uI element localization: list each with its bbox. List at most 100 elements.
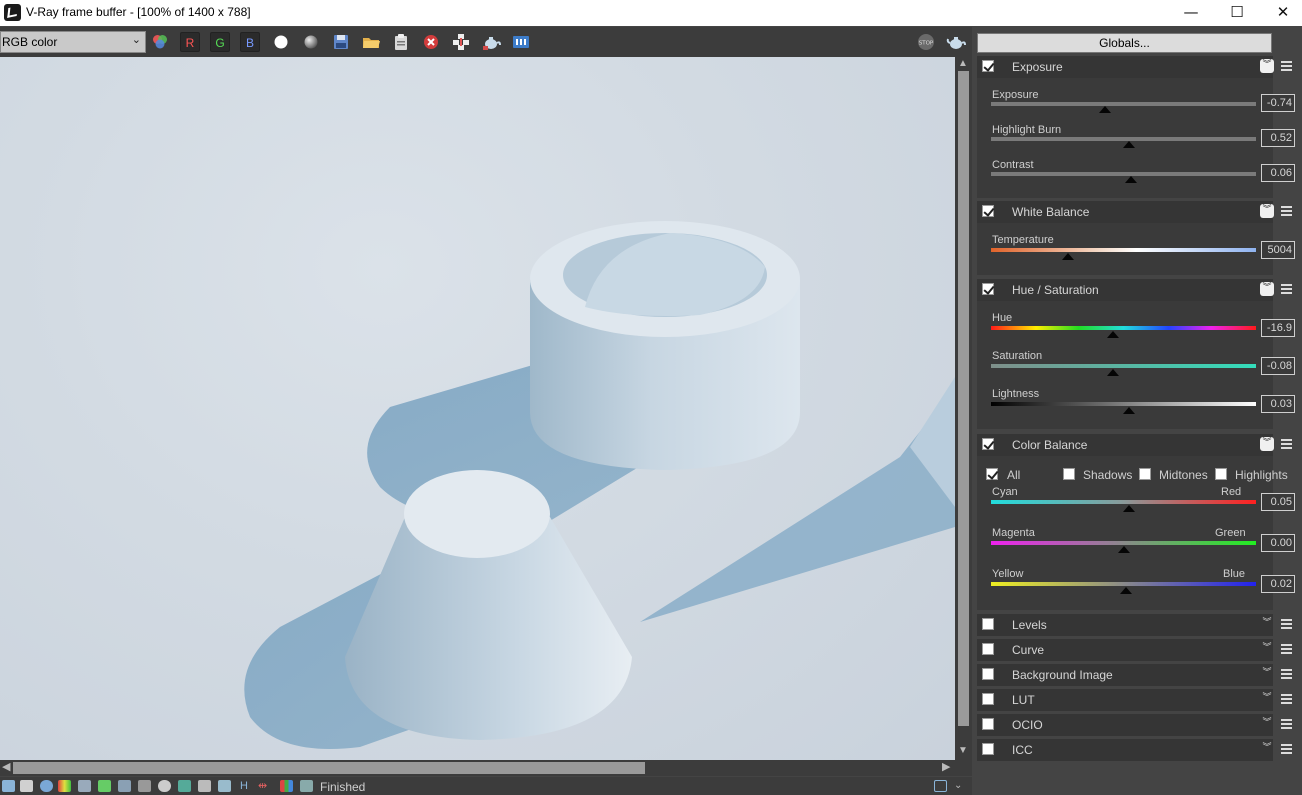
menu-icon[interactable] [1281,284,1292,294]
open-folder-icon[interactable] [361,32,381,52]
maximize-button[interactable]: ☐ [1214,0,1260,26]
saturation-slider-track[interactable] [991,364,1256,368]
collapse-icon[interactable]: ︾ [1260,282,1274,296]
midtones-checkbox[interactable] [1139,468,1151,480]
white-balance-enable-checkbox[interactable] [982,205,994,217]
section-white-balance-header[interactable]: White Balance ︾ [977,201,1292,223]
color-channels-icon[interactable] [150,32,170,52]
levels-icon[interactable] [118,780,131,792]
histogram-icon[interactable] [280,780,293,792]
section-curve-header[interactable]: Curve ︾ [977,639,1292,661]
contrast-value-field[interactable]: 0.06 [1261,164,1295,182]
menu-icon[interactable] [1281,619,1292,629]
hsv-icon[interactable]: H [240,780,253,792]
blue-channel-button[interactable]: B [240,32,260,52]
magenta-green-slider-track[interactable] [991,541,1256,545]
exposure-slider-track[interactable] [991,102,1256,106]
lens-icon[interactable] [158,780,171,792]
section-background-image-header[interactable]: Background Image ︾ [977,664,1292,686]
cyan-red-value-field[interactable]: 0.05 [1261,493,1295,511]
section-color-balance-header[interactable]: Color Balance ︾ [977,434,1292,456]
section-levels-header[interactable]: Levels ︾ [977,614,1292,636]
compare-icon[interactable] [78,780,91,792]
background-image-enable-checkbox[interactable] [982,668,994,680]
menu-icon[interactable] [1281,669,1292,679]
pixel-aspect-icon[interactable]: ⇹ [258,780,271,792]
yellow-blue-slider-thumb[interactable] [1120,587,1133,594]
temperature-slider-track[interactable] [991,248,1256,252]
expand-icon[interactable]: ︾ [1260,692,1274,706]
exposure-enable-checkbox[interactable] [982,60,994,72]
section-lut-header[interactable]: LUT ︾ [977,689,1292,711]
display-icon[interactable] [2,780,15,792]
red-channel-button[interactable]: R [180,32,200,52]
scroll-down-icon[interactable]: ▼ [958,745,968,756]
curve-icon[interactable] [138,780,151,792]
vertical-scroll-thumb[interactable] [958,71,969,726]
close-button[interactable]: ✕ [1260,0,1302,26]
render-teapot-icon[interactable] [946,32,966,52]
expand-icon[interactable]: ︾ [1260,617,1274,631]
channel-select[interactable]: RGB color ⌄ [0,31,146,53]
menu-icon[interactable] [1281,744,1292,754]
yellow-blue-slider-track[interactable] [991,582,1256,586]
hue-saturation-enable-checkbox[interactable] [982,283,994,295]
menu-icon[interactable] [1281,61,1292,71]
green-channel-button[interactable]: G [210,32,230,52]
section-exposure-header[interactable]: Exposure ︾ [977,56,1292,78]
globals-button[interactable]: Globals... [977,33,1272,53]
vertical-scrollbar[interactable]: ▲ ▼ [955,57,972,760]
expand-icon[interactable]: ︾ [1260,642,1274,656]
saturation-slider-thumb[interactable] [1106,369,1119,376]
ocio-icon[interactable] [218,780,231,792]
log-icon[interactable] [20,780,33,792]
clear-icon[interactable] [421,32,441,52]
region-icon[interactable] [451,32,471,52]
highlights-checkbox[interactable] [1215,468,1227,480]
expand-icon[interactable]: ︾ [1260,742,1274,756]
sphere-icon[interactable] [301,32,321,52]
teapot-icon[interactable] [481,32,501,52]
menu-icon[interactable] [1281,694,1292,704]
menu-icon[interactable] [1281,206,1292,216]
saturation-value-field[interactable]: -0.08 [1261,357,1295,375]
exposure-value-field[interactable]: -0.74 [1261,94,1295,112]
gamma-icon[interactable] [198,780,211,792]
curve-enable-checkbox[interactable] [982,643,994,655]
contrast-slider-track[interactable] [991,172,1256,176]
hue-slider-track[interactable] [991,326,1256,330]
highlight-burn-slider-thumb[interactable] [1122,141,1135,148]
section-icc-header[interactable]: ICC ︾ [977,739,1292,761]
collapse-icon[interactable]: ︾ [1260,204,1274,218]
window-toggle-icon[interactable] [934,780,947,792]
stamp-icon[interactable] [98,780,111,792]
shadows-checkbox[interactable] [1063,468,1075,480]
lut-icon[interactable] [58,780,71,792]
highlight-burn-value-field[interactable]: 0.52 [1261,129,1295,147]
levels-enable-checkbox[interactable] [982,618,994,630]
magenta-green-value-field[interactable]: 0.00 [1261,534,1295,552]
lightness-slider-thumb[interactable] [1122,407,1135,414]
temperature-value-field[interactable]: 5004 [1261,241,1295,259]
exposure-slider-thumb[interactable] [1098,106,1111,113]
collapse-icon[interactable]: ︾ [1260,437,1274,451]
expand-icon[interactable]: ⌄ [954,780,967,792]
info-icon[interactable] [40,780,53,792]
horizontal-scrollbar[interactable]: ◀ ▶ [0,760,955,776]
horizontal-scroll-thumb[interactable] [13,762,645,774]
hue-slider-thumb[interactable] [1106,331,1119,338]
minimize-button[interactable]: — [1168,0,1214,26]
clipboard-icon[interactable] [391,32,411,52]
yellow-blue-value-field[interactable]: 0.02 [1261,575,1295,593]
lut-enable-checkbox[interactable] [982,693,994,705]
hue-value-field[interactable]: -16.9 [1261,319,1295,337]
lightness-value-field[interactable]: 0.03 [1261,395,1295,413]
expand-icon[interactable]: ︾ [1260,717,1274,731]
white-dot-icon[interactable] [271,32,291,52]
menu-icon[interactable] [1281,719,1292,729]
menu-icon[interactable] [1281,644,1292,654]
cyan-red-slider-thumb[interactable] [1122,505,1135,512]
background-icon[interactable] [178,780,191,792]
lightness-slider-track[interactable] [991,402,1256,406]
section-hue-saturation-header[interactable]: Hue / Saturation ︾ [977,279,1292,301]
